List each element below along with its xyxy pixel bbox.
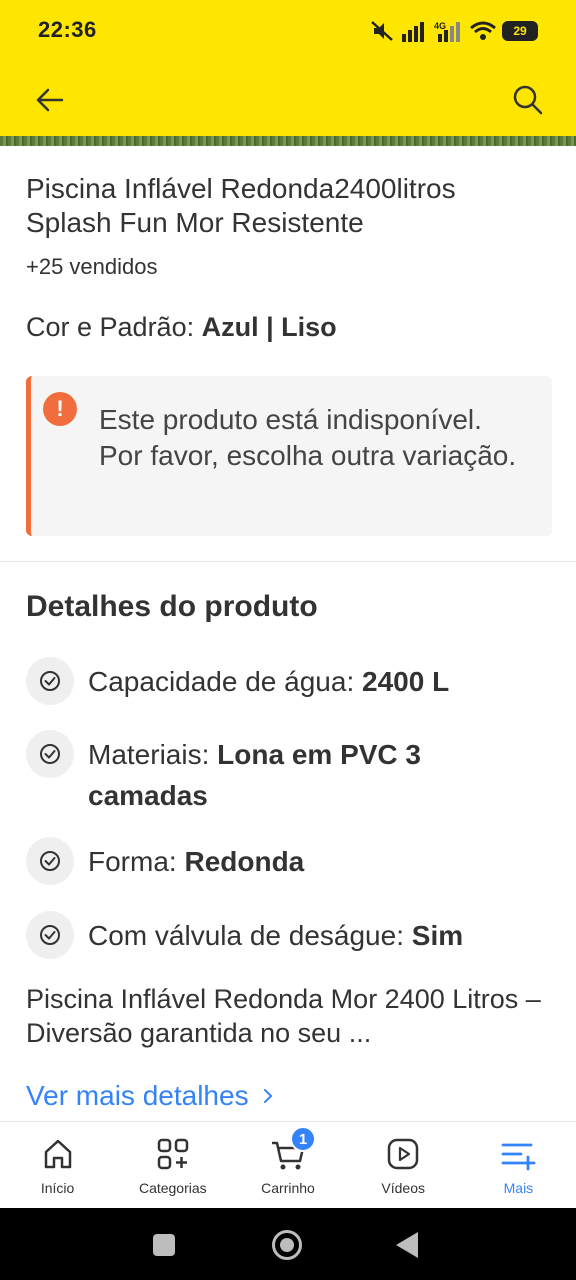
recent-apps-button[interactable] [153,1234,175,1256]
alert-message: Este produto está indisponível. Por favo… [99,404,517,471]
back-button[interactable] [28,78,72,122]
nav-label: Vídeos [381,1180,425,1196]
nav-item-videos[interactable]: Vídeos [346,1122,461,1208]
nav-label: Mais [503,1180,534,1196]
check-circle-icon [26,837,74,885]
spec-value: Redonda [184,846,305,877]
home-icon [38,1134,78,1174]
system-navigation-bar [0,1208,576,1280]
menu-plus-icon [498,1134,538,1174]
battery-indicator: 29 [502,21,538,41]
product-description: Piscina Inflável Redonda Mor 2400 Litros… [26,984,541,1048]
search-button[interactable] [506,78,550,122]
spec-label: Capacidade de água: [88,666,355,697]
top-bar [0,62,576,136]
video-icon [383,1134,423,1174]
check-circle-icon [26,657,74,705]
product-title: Piscina Inflável Redonda2400litros Splas… [26,173,456,238]
mute-icon [371,21,393,41]
signal-4g-icon: 4G [434,21,460,42]
warning-icon: ! [43,392,77,426]
variant-label: Cor e Padrão: [26,312,195,342]
system-back-button[interactable] [396,1232,418,1258]
wifi-icon [470,21,496,40]
cart-icon: 1 [268,1126,316,1174]
app-header-area: 22:36 4G 29 [0,0,576,136]
spec-label: Forma: [88,846,177,877]
nav-label: Início [40,1180,75,1196]
signal-icon [402,22,424,42]
nav-label: Categorias [138,1180,207,1196]
product-image-edge [0,136,576,146]
chevron-right-icon [263,1089,272,1103]
bottom-nav: Início Categorias 1 Carrinho Vídeos Mais [0,1121,576,1208]
search-icon [513,85,543,115]
status-time: 22:36 [38,17,97,42]
section-divider [0,561,576,562]
check-circle-icon [26,911,74,959]
nav-label: Carrinho [261,1180,315,1196]
spec-label: Com válvula de deságue: [88,920,404,951]
variant-selector[interactable]: Cor e Padrão: Azul | Liso [26,312,337,343]
details-heading: Detalhes do produto [26,590,318,623]
see-more-label: Ver mais detalhes [26,1080,249,1111]
status-bar: 22:36 4G 29 [0,0,576,62]
nav-item-categories[interactable]: Categorias [115,1122,230,1208]
nav-item-home[interactable]: Início [0,1122,115,1208]
unavailable-alert: ! Este produto está indisponível. Por fa… [26,376,552,536]
cart-count-badge: 1 [290,1126,316,1152]
sold-count: +25 vendidos [26,254,158,279]
spec-value: Sim [411,920,464,951]
categories-icon [153,1134,193,1174]
variant-value: Azul | Liso [201,312,337,342]
check-circle-icon [26,730,74,778]
nav-item-more[interactable]: Mais [461,1122,576,1208]
status-icons: 4G 29 [370,16,538,46]
nav-item-cart[interactable]: 1 Carrinho [230,1122,345,1208]
svg-text:4G: 4G [434,21,446,31]
home-button[interactable] [272,1230,302,1260]
arrow-left-icon [36,88,64,112]
spec-label: Materiais: [88,739,210,770]
see-more-details-link[interactable]: Ver mais detalhes [26,1080,273,1112]
spec-value: 2400 L [362,666,450,697]
